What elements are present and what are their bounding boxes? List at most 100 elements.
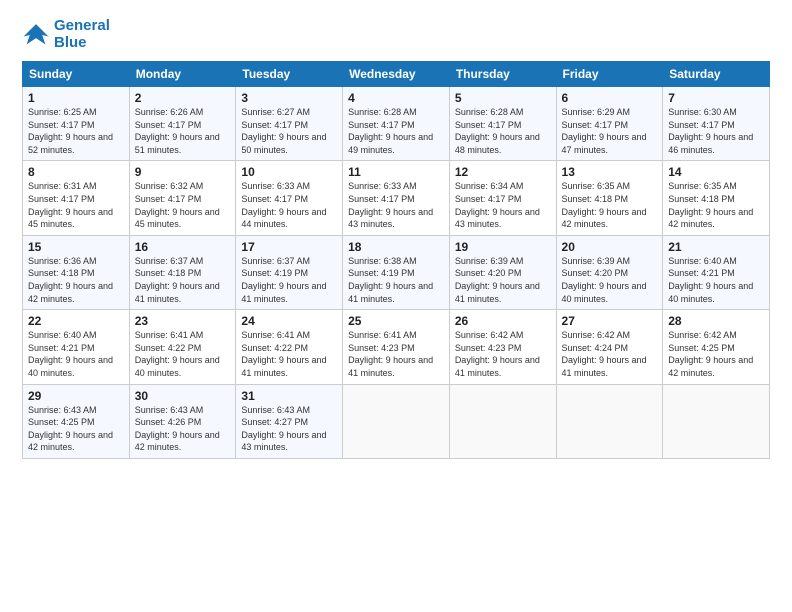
- logo-text: General Blue: [54, 18, 110, 51]
- day-number: 28: [668, 314, 764, 328]
- day-info: Sunrise: 6:40 AM Sunset: 4:21 PM Dayligh…: [668, 255, 764, 305]
- day-number: 5: [455, 91, 551, 105]
- calendar-week-row: 15 Sunrise: 6:36 AM Sunset: 4:18 PM Dayl…: [23, 235, 770, 309]
- calendar-day-cell: 20 Sunrise: 6:39 AM Sunset: 4:20 PM Dayl…: [556, 235, 663, 309]
- calendar-day-cell: 9 Sunrise: 6:32 AM Sunset: 4:17 PM Dayli…: [129, 161, 236, 235]
- day-info: Sunrise: 6:36 AM Sunset: 4:18 PM Dayligh…: [28, 255, 124, 305]
- calendar-week-row: 8 Sunrise: 6:31 AM Sunset: 4:17 PM Dayli…: [23, 161, 770, 235]
- calendar-day-cell: 13 Sunrise: 6:35 AM Sunset: 4:18 PM Dayl…: [556, 161, 663, 235]
- day-number: 19: [455, 240, 551, 254]
- calendar-day-cell: 16 Sunrise: 6:37 AM Sunset: 4:18 PM Dayl…: [129, 235, 236, 309]
- day-number: 1: [28, 91, 124, 105]
- day-number: 23: [135, 314, 231, 328]
- day-info: Sunrise: 6:39 AM Sunset: 4:20 PM Dayligh…: [455, 255, 551, 305]
- logo: General Blue: [22, 18, 110, 51]
- day-number: 15: [28, 240, 124, 254]
- day-info: Sunrise: 6:30 AM Sunset: 4:17 PM Dayligh…: [668, 106, 764, 156]
- day-info: Sunrise: 6:29 AM Sunset: 4:17 PM Dayligh…: [562, 106, 658, 156]
- calendar-day-cell: 26 Sunrise: 6:42 AM Sunset: 4:23 PM Dayl…: [449, 310, 556, 384]
- day-info: Sunrise: 6:27 AM Sunset: 4:17 PM Dayligh…: [241, 106, 337, 156]
- day-info: Sunrise: 6:33 AM Sunset: 4:17 PM Dayligh…: [241, 180, 337, 230]
- day-number: 27: [562, 314, 658, 328]
- calendar-week-row: 1 Sunrise: 6:25 AM Sunset: 4:17 PM Dayli…: [23, 87, 770, 161]
- day-info: Sunrise: 6:43 AM Sunset: 4:25 PM Dayligh…: [28, 404, 124, 454]
- day-number: 8: [28, 165, 124, 179]
- day-number: 13: [562, 165, 658, 179]
- calendar-day-cell: 11 Sunrise: 6:33 AM Sunset: 4:17 PM Dayl…: [343, 161, 450, 235]
- calendar-day-cell: 3 Sunrise: 6:27 AM Sunset: 4:17 PM Dayli…: [236, 87, 343, 161]
- day-number: 10: [241, 165, 337, 179]
- calendar-day-cell: 19 Sunrise: 6:39 AM Sunset: 4:20 PM Dayl…: [449, 235, 556, 309]
- day-number: 12: [455, 165, 551, 179]
- day-number: 3: [241, 91, 337, 105]
- calendar-table: SundayMondayTuesdayWednesdayThursdayFrid…: [22, 61, 770, 459]
- day-info: Sunrise: 6:28 AM Sunset: 4:17 PM Dayligh…: [455, 106, 551, 156]
- day-info: Sunrise: 6:35 AM Sunset: 4:18 PM Dayligh…: [562, 180, 658, 230]
- logo-icon: [22, 21, 50, 49]
- day-info: Sunrise: 6:43 AM Sunset: 4:27 PM Dayligh…: [241, 404, 337, 454]
- day-info: Sunrise: 6:25 AM Sunset: 4:17 PM Dayligh…: [28, 106, 124, 156]
- calendar-day-cell: [449, 384, 556, 458]
- day-number: 30: [135, 389, 231, 403]
- calendar-day-cell: 6 Sunrise: 6:29 AM Sunset: 4:17 PM Dayli…: [556, 87, 663, 161]
- calendar-day-cell: 8 Sunrise: 6:31 AM Sunset: 4:17 PM Dayli…: [23, 161, 130, 235]
- day-info: Sunrise: 6:41 AM Sunset: 4:22 PM Dayligh…: [135, 329, 231, 379]
- day-number: 31: [241, 389, 337, 403]
- calendar-day-cell: 27 Sunrise: 6:42 AM Sunset: 4:24 PM Dayl…: [556, 310, 663, 384]
- day-number: 14: [668, 165, 764, 179]
- day-info: Sunrise: 6:28 AM Sunset: 4:17 PM Dayligh…: [348, 106, 444, 156]
- calendar-body: 1 Sunrise: 6:25 AM Sunset: 4:17 PM Dayli…: [23, 87, 770, 459]
- day-number: 2: [135, 91, 231, 105]
- calendar-day-cell: [556, 384, 663, 458]
- day-info: Sunrise: 6:41 AM Sunset: 4:22 PM Dayligh…: [241, 329, 337, 379]
- day-info: Sunrise: 6:39 AM Sunset: 4:20 PM Dayligh…: [562, 255, 658, 305]
- day-info: Sunrise: 6:38 AM Sunset: 4:19 PM Dayligh…: [348, 255, 444, 305]
- calendar-day-cell: [343, 384, 450, 458]
- weekday-header-row: SundayMondayTuesdayWednesdayThursdayFrid…: [23, 62, 770, 87]
- day-number: 22: [28, 314, 124, 328]
- day-info: Sunrise: 6:41 AM Sunset: 4:23 PM Dayligh…: [348, 329, 444, 379]
- weekday-header-cell: Friday: [556, 62, 663, 87]
- calendar-week-row: 29 Sunrise: 6:43 AM Sunset: 4:25 PM Dayl…: [23, 384, 770, 458]
- weekday-header-cell: Thursday: [449, 62, 556, 87]
- day-number: 26: [455, 314, 551, 328]
- calendar-day-cell: 25 Sunrise: 6:41 AM Sunset: 4:23 PM Dayl…: [343, 310, 450, 384]
- day-info: Sunrise: 6:42 AM Sunset: 4:24 PM Dayligh…: [562, 329, 658, 379]
- day-number: 25: [348, 314, 444, 328]
- day-info: Sunrise: 6:43 AM Sunset: 4:26 PM Dayligh…: [135, 404, 231, 454]
- weekday-header-cell: Monday: [129, 62, 236, 87]
- page-header: General Blue: [22, 18, 770, 51]
- calendar-day-cell: 2 Sunrise: 6:26 AM Sunset: 4:17 PM Dayli…: [129, 87, 236, 161]
- day-number: 16: [135, 240, 231, 254]
- day-number: 24: [241, 314, 337, 328]
- calendar-day-cell: 10 Sunrise: 6:33 AM Sunset: 4:17 PM Dayl…: [236, 161, 343, 235]
- day-info: Sunrise: 6:37 AM Sunset: 4:18 PM Dayligh…: [135, 255, 231, 305]
- calendar-day-cell: 7 Sunrise: 6:30 AM Sunset: 4:17 PM Dayli…: [663, 87, 770, 161]
- weekday-header-cell: Wednesday: [343, 62, 450, 87]
- calendar-day-cell: 4 Sunrise: 6:28 AM Sunset: 4:17 PM Dayli…: [343, 87, 450, 161]
- day-number: 21: [668, 240, 764, 254]
- calendar-day-cell: 22 Sunrise: 6:40 AM Sunset: 4:21 PM Dayl…: [23, 310, 130, 384]
- day-number: 17: [241, 240, 337, 254]
- calendar-day-cell: 30 Sunrise: 6:43 AM Sunset: 4:26 PM Dayl…: [129, 384, 236, 458]
- calendar-day-cell: 5 Sunrise: 6:28 AM Sunset: 4:17 PM Dayli…: [449, 87, 556, 161]
- day-info: Sunrise: 6:42 AM Sunset: 4:25 PM Dayligh…: [668, 329, 764, 379]
- calendar-day-cell: 1 Sunrise: 6:25 AM Sunset: 4:17 PM Dayli…: [23, 87, 130, 161]
- calendar-week-row: 22 Sunrise: 6:40 AM Sunset: 4:21 PM Dayl…: [23, 310, 770, 384]
- weekday-header-cell: Sunday: [23, 62, 130, 87]
- day-number: 18: [348, 240, 444, 254]
- calendar-day-cell: 31 Sunrise: 6:43 AM Sunset: 4:27 PM Dayl…: [236, 384, 343, 458]
- day-number: 6: [562, 91, 658, 105]
- calendar-day-cell: 23 Sunrise: 6:41 AM Sunset: 4:22 PM Dayl…: [129, 310, 236, 384]
- calendar-page: General Blue SundayMondayTuesdayWednesda…: [0, 0, 792, 612]
- day-number: 29: [28, 389, 124, 403]
- day-info: Sunrise: 6:26 AM Sunset: 4:17 PM Dayligh…: [135, 106, 231, 156]
- day-number: 11: [348, 165, 444, 179]
- calendar-day-cell: 14 Sunrise: 6:35 AM Sunset: 4:18 PM Dayl…: [663, 161, 770, 235]
- day-info: Sunrise: 6:32 AM Sunset: 4:17 PM Dayligh…: [135, 180, 231, 230]
- calendar-day-cell: 28 Sunrise: 6:42 AM Sunset: 4:25 PM Dayl…: [663, 310, 770, 384]
- day-info: Sunrise: 6:35 AM Sunset: 4:18 PM Dayligh…: [668, 180, 764, 230]
- calendar-day-cell: 24 Sunrise: 6:41 AM Sunset: 4:22 PM Dayl…: [236, 310, 343, 384]
- calendar-day-cell: 12 Sunrise: 6:34 AM Sunset: 4:17 PM Dayl…: [449, 161, 556, 235]
- day-info: Sunrise: 6:40 AM Sunset: 4:21 PM Dayligh…: [28, 329, 124, 379]
